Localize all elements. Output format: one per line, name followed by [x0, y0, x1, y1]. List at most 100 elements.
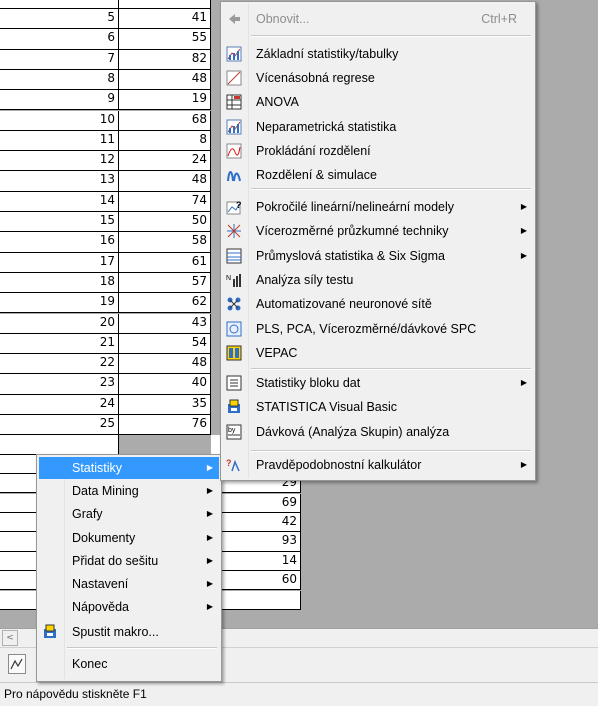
menu-item-label: Přidat do sešitu	[72, 553, 159, 568]
table-cell[interactable]	[0, 435, 119, 455]
row-number-cell[interactable]: 18	[0, 272, 119, 294]
menu-item-distribution-simulation[interactable]: Rozdělení & simulace	[223, 164, 533, 186]
value-cell[interactable]: 40	[119, 374, 211, 395]
menu-item-pls-pca-spc[interactable]: PLS, PCA, Vícerozměrné/dávkové SPC	[223, 318, 533, 340]
submenu-arrow-icon: ▶	[206, 555, 213, 565]
row-number-cell[interactable]: 23	[0, 374, 119, 395]
menu-item-visual-basic[interactable]: STATISTICA Visual Basic	[223, 396, 533, 418]
menu-item-block-statistics[interactable]: Statistiky bloku dat ▶	[223, 372, 533, 394]
menu-item-batch-analysis[interactable]: by Dávková (Analýza Skupin) analýza	[223, 421, 533, 443]
value-cell[interactable]: 55	[119, 29, 211, 50]
menu-item-run-macro[interactable]: Spustit makro...	[39, 621, 219, 643]
menu-item-label: Průmyslová statistika & Six Sigma	[256, 248, 445, 263]
menu-item-graphs[interactable]: Grafy ▶	[39, 503, 219, 525]
row-number-cell[interactable]: 14	[0, 191, 119, 212]
menu-item-basic-statistics[interactable]: Základní statistiky/tabulky	[223, 43, 533, 65]
scroll-left-button[interactable]: <	[2, 630, 18, 646]
row-number-cell[interactable]: 5	[0, 9, 119, 30]
menu-item-anova[interactable]: ANOVA	[223, 91, 533, 113]
value-cell[interactable]	[211, 590, 301, 610]
menu-item-label: Analýza síly testu	[256, 272, 354, 287]
value-cell[interactable]: 42	[211, 512, 301, 533]
row-number-cell[interactable]: 7	[0, 49, 119, 70]
menu-item-label: Dávková (Analýza Skupin) analýza	[256, 424, 450, 439]
menu-item-statistics[interactable]: Statistiky ▶	[39, 457, 219, 479]
row-number-cell[interactable]: 13	[0, 171, 119, 192]
table-cell[interactable]	[119, 0, 211, 9]
menu-item-label: Dokumenty	[72, 530, 136, 545]
menu-item-add-to-workbook[interactable]: Přidat do sešitu ▶	[39, 550, 219, 572]
value-cell[interactable]: 68	[119, 110, 211, 131]
value-cell[interactable]: 61	[119, 252, 211, 273]
value-cell[interactable]: 76	[119, 415, 211, 436]
graph-icon	[226, 46, 242, 62]
value-cell[interactable]: 8	[119, 130, 211, 152]
value-cell[interactable]: 35	[119, 394, 211, 415]
row-number-cell[interactable]: 10	[0, 110, 119, 131]
block-icon	[226, 375, 242, 391]
row-number-cell[interactable]: 24	[0, 394, 119, 415]
menu-item-label: Vícerozměrné průzkumné techniky	[256, 224, 449, 239]
row-number-cell[interactable]: 19	[0, 293, 119, 314]
value-cell[interactable]: 58	[119, 232, 211, 253]
dist-icon	[226, 143, 242, 159]
menu-item-label: Spustit makro...	[72, 625, 159, 639]
value-cell[interactable]: 19	[119, 90, 211, 111]
menu-item-data-mining[interactable]: Data Mining ▶	[39, 480, 219, 502]
menu-item-multivariate-exploratory[interactable]: Vícerozměrné průzkumné techniky ▶	[223, 220, 533, 242]
menu-item-settings[interactable]: Nastavení ▶	[39, 573, 219, 595]
menu-item-power-analysis[interactable]: N Analýza síly testu	[223, 269, 533, 291]
menu-item-advanced-models[interactable]: ? Pokročilé lineární/nelineární modely ▶	[223, 196, 533, 218]
value-cell[interactable]: 93	[211, 532, 301, 552]
value-cell[interactable]: 43	[119, 313, 211, 334]
menu-item-help[interactable]: Nápověda ▶	[39, 596, 219, 618]
menu-item-distribution-fitting[interactable]: Prokládání rozdělení	[223, 140, 533, 162]
svg-text:?: ?	[226, 458, 232, 468]
value-cell[interactable]: 50	[119, 212, 211, 233]
menu-item-label: STATISTICA Visual Basic	[256, 400, 398, 415]
value-cell[interactable]: 57	[119, 272, 211, 294]
row-number-cell[interactable]: 17	[0, 252, 119, 273]
vb-icon	[226, 399, 242, 415]
value-cell[interactable]: 48	[119, 354, 211, 375]
table-cell[interactable]	[0, 0, 119, 9]
value-cell[interactable]: 60	[211, 571, 301, 591]
graph-toolbar-icon[interactable]	[8, 654, 26, 674]
row-number-cell[interactable]: 21	[0, 333, 119, 355]
value-cell[interactable]: 14	[211, 551, 301, 572]
submenu-arrow-icon: ▶	[206, 602, 213, 612]
submenu-arrow-icon: ▶	[206, 532, 213, 542]
menu-item-restore[interactable]: Obnovit... Ctrl+R	[223, 8, 533, 30]
menu-separator	[251, 188, 531, 190]
row-number-cell[interactable]: 8	[0, 69, 119, 91]
row-number-cell[interactable]: 20	[0, 313, 119, 334]
row-number-cell[interactable]: 16	[0, 232, 119, 253]
value-cell[interactable]: 48	[119, 69, 211, 91]
value-cell[interactable]: 48	[119, 171, 211, 192]
calc-icon: ?	[226, 457, 242, 473]
menu-item-documents[interactable]: Dokumenty ▶	[39, 527, 219, 549]
menu-item-neural-networks[interactable]: Automatizované neuronové sítě	[223, 293, 533, 315]
value-cell[interactable]: 54	[119, 333, 211, 355]
menu-separator	[251, 368, 531, 370]
row-number-cell[interactable]: 6	[0, 29, 119, 50]
menu-item-multiple-regression[interactable]: Vícenásobná regrese	[223, 67, 533, 89]
value-cell[interactable]: 74	[119, 191, 211, 212]
menu-item-vepac[interactable]: VEPAC	[223, 342, 533, 364]
row-number-cell[interactable]: 11	[0, 130, 119, 152]
row-number-cell[interactable]: 9	[0, 90, 119, 111]
value-cell[interactable]: 82	[119, 49, 211, 70]
row-number-cell[interactable]: 15	[0, 212, 119, 233]
menu-item-probability-calculator[interactable]: ? Pravděpodobnostní kalkulátor ▶	[223, 454, 533, 476]
value-cell[interactable]: 41	[119, 9, 211, 30]
value-cell[interactable]: 24	[119, 151, 211, 172]
row-number-cell[interactable]: 25	[0, 415, 119, 436]
menu-item-label: VEPAC	[256, 345, 298, 360]
menu-item-exit[interactable]: Konec	[39, 653, 219, 675]
menu-item-nonparametric[interactable]: Neparametrická statistika	[223, 116, 533, 138]
row-number-cell[interactable]: 22	[0, 354, 119, 375]
value-cell[interactable]: 62	[119, 293, 211, 314]
value-cell[interactable]: 69	[211, 493, 301, 513]
menu-item-industrial-statistics[interactable]: Průmyslová statistika & Six Sigma ▶	[223, 245, 533, 267]
row-number-cell[interactable]: 12	[0, 151, 119, 172]
